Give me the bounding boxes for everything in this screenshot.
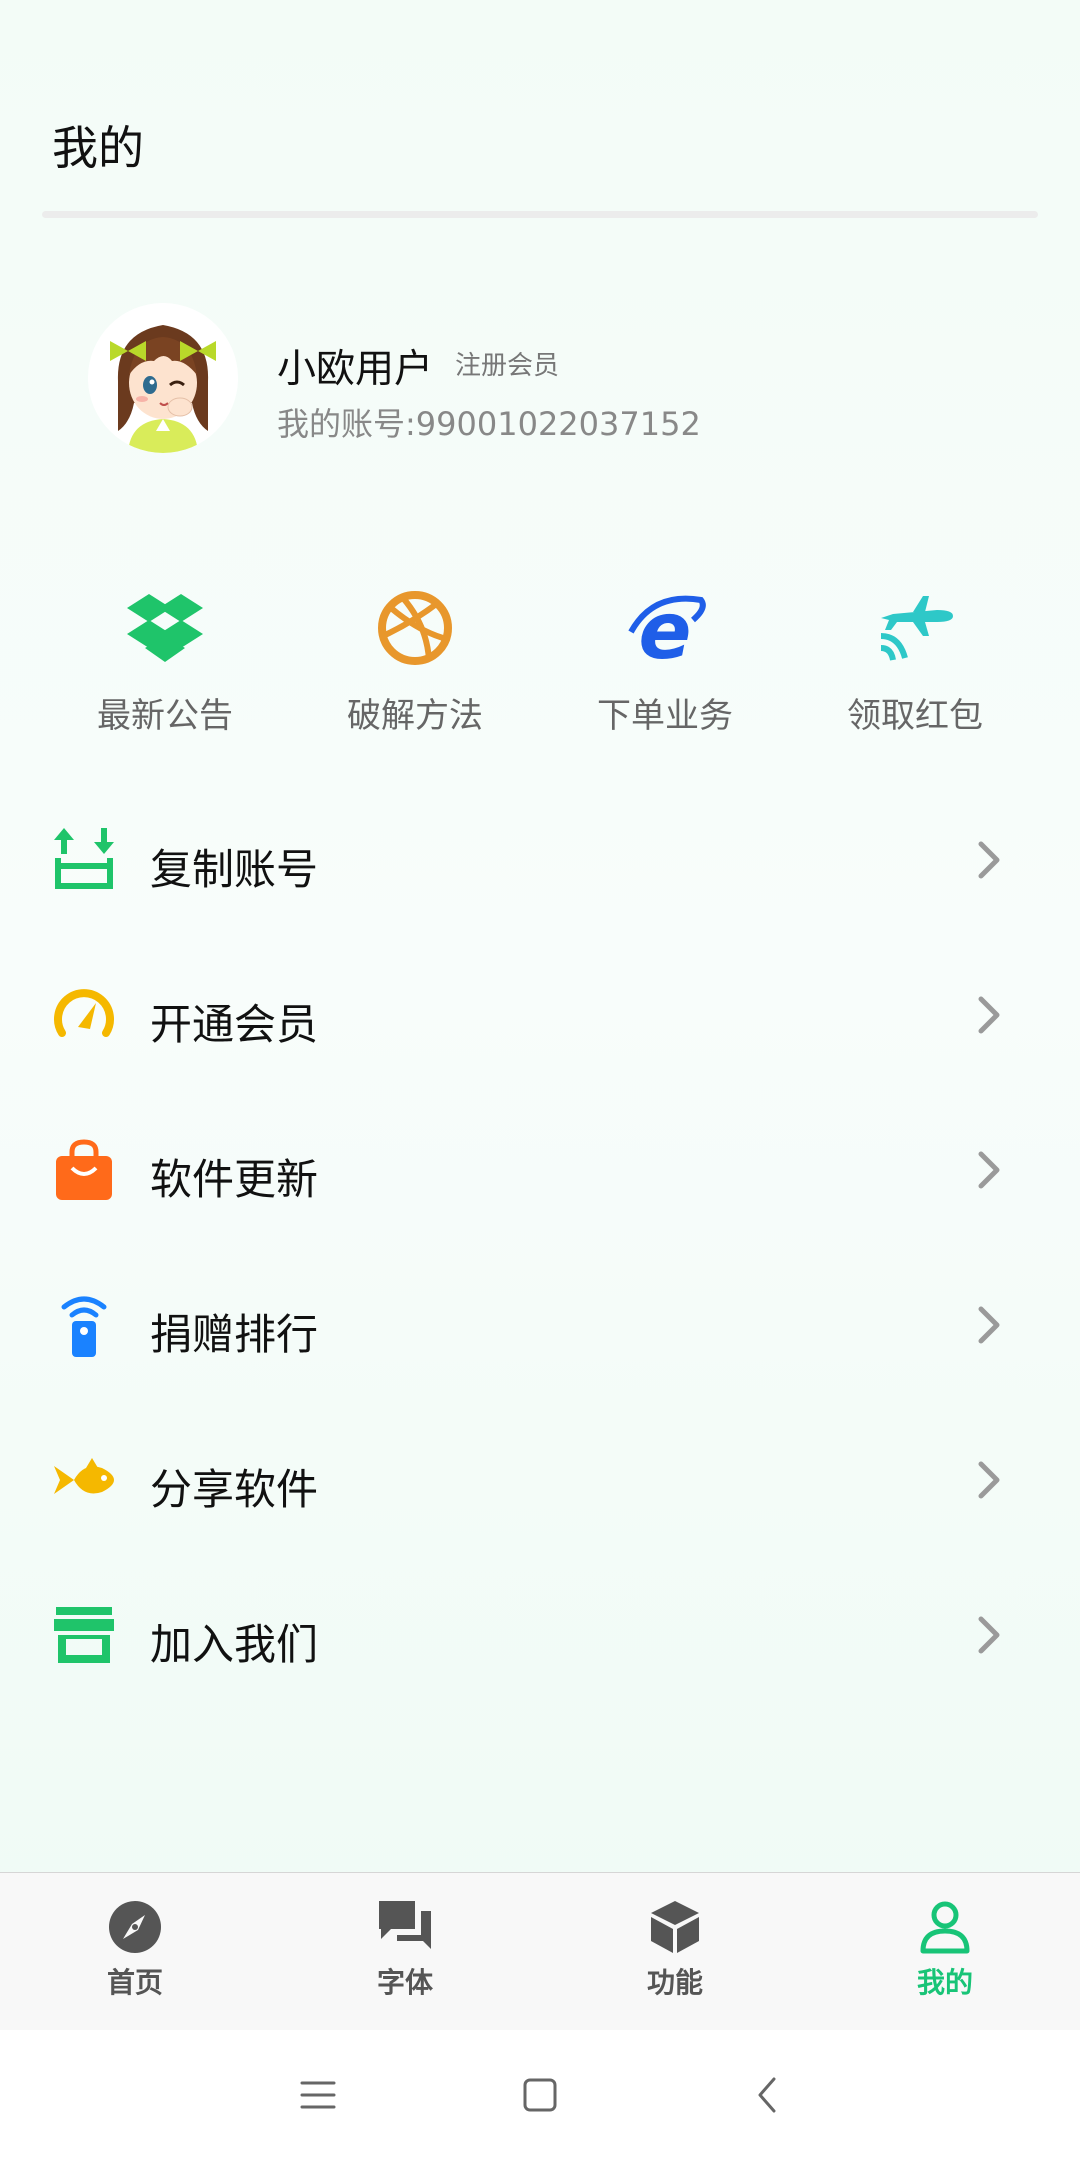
chat-icon: [379, 1901, 431, 1949]
quick-action-announcements[interactable]: 最新公告: [40, 586, 290, 737]
menu-item-share-software[interactable]: 分享软件: [0, 1404, 1080, 1559]
menu-item-label: 加入我们: [150, 1620, 319, 1669]
quick-action-label: 破解方法: [347, 696, 483, 736]
menu-icon[interactable]: [296, 2073, 340, 2117]
tab-label: 字体: [376, 1966, 433, 1999]
member-badge: 注册会员: [455, 351, 560, 381]
home-button-icon[interactable]: [518, 2073, 562, 2117]
compass-icon: [109, 1901, 161, 1953]
tab-label: 功能: [646, 1966, 703, 1999]
fish-icon: [54, 1458, 114, 1494]
person-icon: [920, 1901, 970, 1954]
chevron-right-icon: [978, 1461, 1000, 1499]
chevron-right-icon: [978, 841, 1000, 879]
bottom-nav: 首页 字体 功能 我的: [0, 1872, 1080, 2031]
page-title: 我的: [52, 121, 144, 175]
menu-item-label: 软件更新: [150, 1155, 319, 1204]
quick-action-red-packet[interactable]: 领取红包: [790, 586, 1040, 737]
chevron-right-icon: [978, 1306, 1000, 1344]
tab-fonts[interactable]: 字体: [320, 1899, 490, 2001]
quick-action-label: 最新公告: [97, 696, 233, 736]
transfer-icon: [54, 828, 114, 889]
quick-action-order[interactable]: e 下单业务: [540, 586, 790, 737]
title-divider: [42, 211, 1038, 218]
chevron-right-icon: [978, 1151, 1000, 1189]
speedometer-icon: [54, 989, 114, 1037]
store-icon: [54, 1607, 114, 1663]
quick-action-crack-method[interactable]: 破解方法: [290, 586, 540, 737]
account-number: 我的账号:99001022037152: [277, 405, 701, 443]
system-nav-bar: [0, 2030, 1080, 2160]
remote-signal-icon: [61, 1296, 107, 1357]
chevron-right-icon: [978, 996, 1000, 1034]
menu-item-open-membership[interactable]: 开通会员: [0, 939, 1080, 1094]
menu-item-copy-account[interactable]: 复制账号: [0, 784, 1080, 939]
menu-item-donation-ranking[interactable]: 捐赠排行: [0, 1249, 1080, 1404]
menu-item-label: 捐赠排行: [150, 1310, 319, 1359]
tab-features[interactable]: 功能: [590, 1899, 760, 2001]
dribbble-icon: [378, 591, 452, 665]
quick-action-label: 领取红包: [847, 696, 983, 736]
menu-item-label: 分享软件: [150, 1465, 319, 1514]
user-name: 小欧用户: [277, 347, 434, 392]
tab-label: 首页: [106, 1966, 163, 1999]
menu-item-software-update[interactable]: 软件更新: [0, 1094, 1080, 1249]
quick-action-label: 下单业务: [597, 696, 733, 736]
shopping-bag-icon: [56, 1139, 112, 1200]
back-icon[interactable]: [746, 2073, 790, 2117]
tab-mine[interactable]: 我的: [860, 1899, 1030, 2001]
chevron-right-icon: [978, 1616, 1000, 1654]
menu-item-join-us[interactable]: 加入我们: [0, 1559, 1080, 1714]
plane-signal-icon: [880, 596, 953, 661]
tab-label: 我的: [916, 1966, 973, 1999]
internet-explorer-icon: e: [628, 587, 706, 670]
cube-icon: [651, 1901, 699, 1953]
tab-home[interactable]: 首页: [50, 1899, 220, 2001]
avatar[interactable]: [88, 303, 238, 453]
menu-item-label: 复制账号: [150, 845, 319, 894]
menu-item-label: 开通会员: [150, 1000, 319, 1049]
dropbox-icon: [127, 594, 203, 662]
